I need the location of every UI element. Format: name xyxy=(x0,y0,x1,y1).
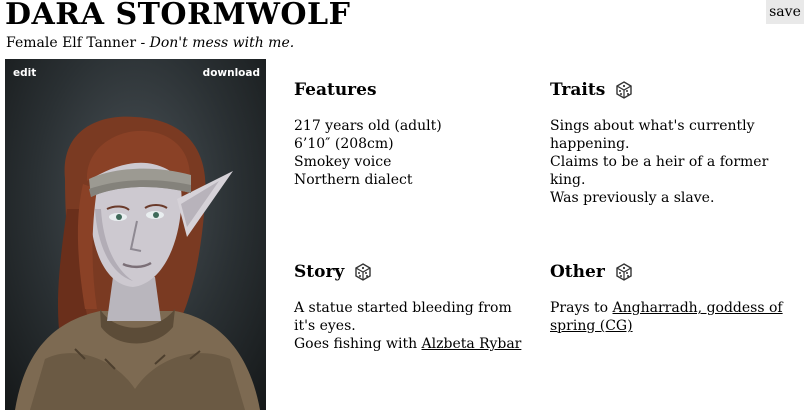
trait-line: Sings about what's currently happening. xyxy=(550,118,755,152)
story-heading-text: Story xyxy=(294,262,345,282)
other-line-text: Prays to xyxy=(550,300,613,316)
story-list: A statue started bleeding from it's eyes… xyxy=(294,299,524,353)
feature-line: 217 years old (adult) xyxy=(294,118,442,134)
other-line: Prays to Angharradh, goddess of spring (… xyxy=(550,299,785,335)
trait-line: Was previously a slave. xyxy=(550,190,715,206)
traits-heading: Traits xyxy=(550,79,795,101)
portrait-illustration xyxy=(15,116,260,410)
story-line: Goes fishing with Alzbeta Rybar xyxy=(294,335,524,353)
character-description: Female Elf Tanner - xyxy=(6,35,150,51)
edit-portrait-link[interactable]: edit xyxy=(13,67,36,79)
story-heading: Story xyxy=(294,261,524,283)
features-list: 217 years old (adult) 6’10″ (208cm) Smok… xyxy=(294,117,544,189)
features-section: Features 217 years old (adult) 6’10″ (20… xyxy=(294,79,544,189)
traits-section: Traits Sings about what's currently happ… xyxy=(550,79,795,207)
story-line-text: Goes fishing with xyxy=(294,336,422,352)
feature-line: Smokey voice xyxy=(294,154,392,170)
feature-line: Northern dialect xyxy=(294,172,413,188)
trait-line: Claims to be a heir of a former king. xyxy=(550,154,769,188)
other-heading-text: Other xyxy=(550,262,605,282)
character-name: DARA STORMWOLF xyxy=(5,0,351,32)
other-heading: Other xyxy=(550,261,785,283)
feature-line: 6’10″ (208cm) xyxy=(294,136,394,152)
story-section: Story A statue started bleeding from it'… xyxy=(294,261,524,353)
dice-icon[interactable] xyxy=(615,81,633,99)
save-button[interactable]: save xyxy=(766,0,804,24)
features-heading-text: Features xyxy=(294,80,377,100)
character-tagline: Don't mess with me. xyxy=(149,35,295,51)
npc-link[interactable]: Alzbeta Rybar xyxy=(422,336,522,352)
traits-list: Sings about what's currently happening. … xyxy=(550,117,795,207)
traits-heading-text: Traits xyxy=(550,80,606,100)
dice-icon[interactable] xyxy=(615,263,633,281)
other-section: Other Prays to Angharradh, goddess of sp… xyxy=(550,261,785,335)
story-line: A statue started bleeding from it's eyes… xyxy=(294,300,512,334)
dice-icon[interactable] xyxy=(354,263,372,281)
character-portrait: edit download xyxy=(5,59,266,410)
download-portrait-link[interactable]: download xyxy=(203,67,260,79)
features-heading: Features xyxy=(294,79,544,101)
character-subtitle: Female Elf Tanner - Don't mess with me. xyxy=(6,35,294,51)
other-list: Prays to Angharradh, goddess of spring (… xyxy=(550,299,785,335)
